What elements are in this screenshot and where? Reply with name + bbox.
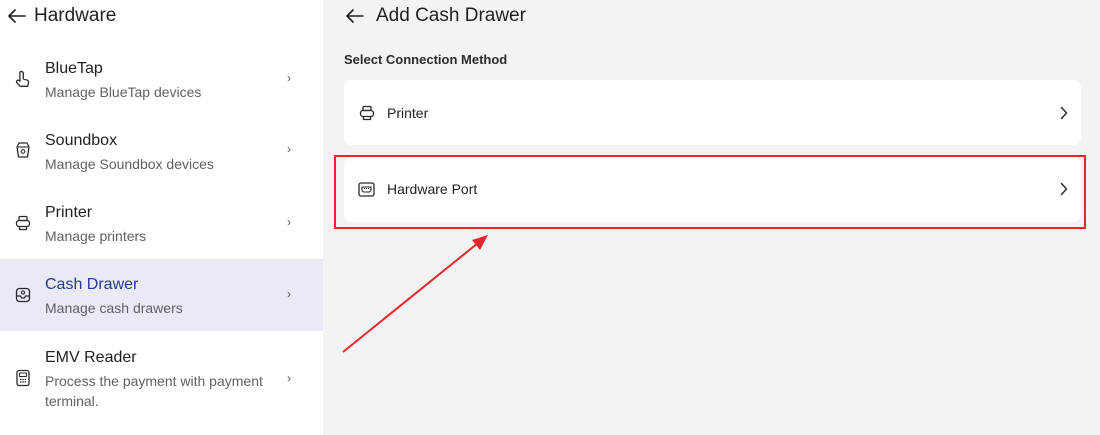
chevron-right-icon: [1057, 182, 1071, 196]
soundbox-icon: [14, 141, 32, 159]
back-arrow-icon[interactable]: [344, 5, 366, 27]
chevron-right-icon: ›: [287, 287, 291, 301]
option-label: Hardware Port: [387, 181, 478, 197]
printer-icon: [14, 214, 32, 232]
chevron-right-icon: ›: [287, 142, 291, 156]
bluetap-icon: [14, 70, 32, 88]
sidebar-header: Hardware: [0, 0, 323, 32]
sidebar-item-subtitle: Manage BlueTap devices: [45, 84, 202, 100]
sidebar-item-title: Printer: [45, 204, 93, 221]
option-label: Printer: [387, 105, 429, 121]
sidebar-item-subtitle: Process the payment with payment: [45, 373, 263, 389]
chevron-right-icon: ›: [287, 71, 291, 85]
sidebar-title: Hardware: [34, 5, 117, 26]
sidebar-item-title: EMV Reader: [45, 349, 137, 366]
sidebar-item-printer[interactable]: Printer Manage printers ›: [0, 189, 323, 253]
chevron-right-icon: ›: [287, 215, 291, 229]
sidebar-item-emv-reader[interactable]: EMV Reader Process the payment with paym…: [0, 340, 323, 420]
hardware-port-icon: [358, 181, 375, 198]
sidebar-item-subtitle: Manage printers: [45, 228, 147, 244]
cash-drawer-icon: [14, 286, 32, 304]
sidebar-item-soundbox[interactable]: Soundbox Manage Soundbox devices ›: [0, 117, 323, 181]
sidebar-item-bluetap[interactable]: BlueTap Manage BlueTap devices ›: [0, 45, 323, 109]
section-label: Select Connection Method: [344, 52, 508, 67]
sidebar-item-subtitle: Manage Soundbox devices: [45, 156, 214, 172]
emv-reader-icon: [14, 369, 32, 387]
sidebar-item-subtitle-line2: terminal.: [45, 393, 99, 409]
back-arrow-icon[interactable]: [6, 5, 28, 27]
page-title: Add Cash Drawer: [376, 5, 526, 26]
sidebar-item-subtitle: Manage cash drawers: [45, 300, 183, 316]
option-hardware-port[interactable]: Hardware Port: [344, 157, 1081, 222]
option-printer[interactable]: Printer: [344, 80, 1081, 145]
chevron-right-icon: [1057, 106, 1071, 120]
page-header: Add Cash Drawer: [344, 4, 526, 28]
sidebar-item-title: Soundbox: [45, 132, 118, 149]
printer-icon: [358, 104, 375, 121]
sidebar-item-title: Cash Drawer: [45, 276, 139, 293]
chevron-right-icon: ›: [287, 371, 291, 385]
sidebar-item-title: BlueTap: [45, 60, 103, 77]
hardware-sidebar: Hardware BlueTap Manage BlueTap devices …: [0, 0, 323, 435]
sidebar-item-cash-drawer[interactable]: Cash Drawer Manage cash drawers ›: [0, 259, 323, 331]
